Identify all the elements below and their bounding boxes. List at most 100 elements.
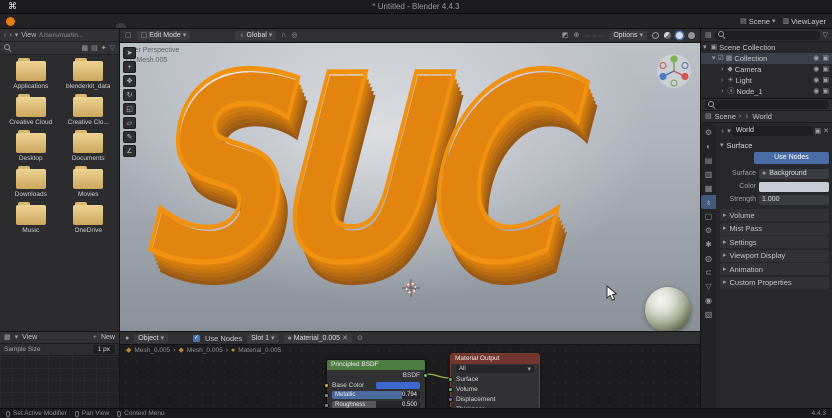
- unlink-icon[interactable]: ✕: [823, 128, 829, 135]
- base-color-socket[interactable]: [324, 382, 329, 388]
- view-menu[interactable]: View: [22, 334, 37, 341]
- node-title[interactable]: Material Output: [451, 354, 539, 364]
- eye-icon[interactable]: ◉: [813, 77, 819, 84]
- workspace-tab[interactable]: [61, 23, 71, 28]
- tab-modifiers[interactable]: ⚙: [701, 223, 716, 237]
- scene-selector[interactable]: ▤ Scene ▾: [740, 17, 775, 26]
- workspace-tab[interactable]: [116, 23, 126, 28]
- use-nodes-button[interactable]: Use Nodes: [754, 152, 829, 164]
- target-selector[interactable]: All ▾: [456, 365, 534, 373]
- orientation-selector[interactable]: ♁ Global ▾: [235, 31, 277, 40]
- value-slider[interactable]: Metallic 0.794: [332, 391, 420, 399]
- fake-user-icon[interactable]: ▣: [815, 128, 822, 135]
- world-name-field[interactable]: World: [732, 126, 813, 136]
- folder-item[interactable]: Documents: [60, 130, 118, 162]
- workspace-tab[interactable]: [72, 23, 82, 28]
- xray-icon[interactable]: ⊕: [573, 32, 579, 39]
- eye-icon[interactable]: ◉: [813, 55, 819, 62]
- workspace-tab[interactable]: [160, 23, 170, 28]
- tab-scene[interactable]: ▦: [701, 181, 716, 195]
- properties-search-input[interactable]: [705, 100, 829, 109]
- workspace-tab[interactable]: [149, 23, 159, 28]
- base-color-swatch[interactable]: [376, 381, 420, 389]
- new-image-icon[interactable]: +: [93, 334, 97, 341]
- tool-cursor-icon[interactable]: +: [123, 61, 136, 73]
- outliner-row[interactable]: ▾ ▣ Scene Collection: [701, 42, 832, 53]
- eye-icon[interactable]: ◉: [813, 88, 819, 95]
- use-nodes-checkbox[interactable]: ✓: [192, 334, 200, 342]
- panel-header[interactable]: ▸ Settings: [720, 236, 829, 248]
- panel-header[interactable]: ▸ Mist Pass: [720, 222, 829, 235]
- workspace-tab[interactable]: [171, 23, 181, 28]
- back-icon[interactable]: ‹: [4, 32, 6, 39]
- workspace-tab[interactable]: [94, 23, 104, 28]
- value-slider[interactable]: Roughness 0.500: [332, 401, 420, 408]
- axis-button[interactable]: [591, 34, 598, 37]
- shading-solid-icon[interactable]: [664, 32, 671, 39]
- sample-size-field[interactable]: 1 px: [92, 345, 115, 354]
- tab-render[interactable]: ◐: [701, 139, 716, 153]
- input-socket[interactable]: [448, 396, 453, 402]
- chevron-down-icon[interactable]: ▾: [15, 32, 19, 39]
- bsdf-output-socket[interactable]: [423, 372, 428, 378]
- tab-world[interactable]: ♁: [701, 195, 716, 209]
- image-editor-canvas[interactable]: [0, 356, 119, 408]
- tool-scale-icon[interactable]: ◱: [123, 103, 136, 115]
- shader-type-selector[interactable]: Object ▾: [134, 333, 168, 343]
- folder-item[interactable]: Desktop: [2, 130, 60, 162]
- axis-button[interactable]: [598, 34, 605, 37]
- expander-icon[interactable]: ▾: [712, 55, 716, 62]
- folder-item[interactable]: blenderkit_data: [60, 58, 118, 90]
- panel-header[interactable]: ▸ Viewport Display: [720, 249, 829, 262]
- editor-type-icon[interactable]: ▤: [705, 32, 712, 39]
- panel-header[interactable]: ▸ Custom Properties: [720, 276, 829, 289]
- tab-texture[interactable]: ▧: [701, 307, 716, 321]
- shading-wireframe-icon[interactable]: [652, 32, 659, 39]
- blender-logo-icon[interactable]: [6, 16, 15, 26]
- tab-particles[interactable]: ✱: [701, 237, 716, 251]
- input-socket[interactable]: [448, 376, 453, 382]
- forward-icon[interactable]: ›: [9, 32, 11, 39]
- tool-annotate-icon[interactable]: ✎: [123, 131, 136, 143]
- list-view-icon[interactable]: ▤: [91, 45, 98, 52]
- proportional-edit-icon[interactable]: ◎: [291, 32, 297, 39]
- pin-icon[interactable]: ⊙: [357, 335, 363, 342]
- shading-rendered-icon[interactable]: [688, 32, 695, 39]
- editor-type-icon[interactable]: ▢: [125, 32, 132, 39]
- surface-value-button[interactable]: ● Background: [759, 168, 829, 179]
- tool-rotate-icon[interactable]: ↻: [123, 89, 136, 101]
- principled-bsdf-node[interactable]: Principled BSDF BSDF Base Color Metallic…: [324, 359, 428, 408]
- eye-icon[interactable]: ◉: [813, 66, 819, 73]
- close-icon[interactable]: ✕: [342, 335, 348, 342]
- folder-item[interactable]: Creative Cloud: [2, 94, 60, 126]
- input-socket[interactable]: [324, 392, 329, 398]
- breadcrumb-world[interactable]: World: [753, 112, 772, 121]
- grid-view-icon[interactable]: ▦: [81, 45, 88, 52]
- folder-item[interactable]: Creative Clo...: [60, 94, 118, 126]
- tab-data[interactable]: ▽: [701, 279, 716, 293]
- breadcrumb-scene[interactable]: Scene: [715, 112, 736, 121]
- viewport-canvas[interactable]: SUC User Perspective (1) Mesh.005 ➤ + ✥ ↻ ◱ ▱…: [120, 43, 700, 331]
- material-output-node[interactable]: Material Output All ▾ Surface Volume Dis…: [448, 353, 540, 408]
- favorite-icon[interactable]: ✦: [101, 45, 107, 52]
- tab-output[interactable]: ▤: [701, 153, 716, 167]
- editor-type-icon[interactable]: ●: [125, 335, 129, 342]
- outliner-row[interactable]: ▾ ☑ ▦ Collection ◉ ▣: [701, 53, 832, 64]
- folder-item[interactable]: Downloads: [2, 166, 60, 198]
- world-icon[interactable]: ♁: [720, 128, 725, 135]
- material-datablock[interactable]: ● Material_0.005 ✕: [283, 333, 352, 343]
- tool-transform-icon[interactable]: ▱: [123, 117, 136, 129]
- tool-move-icon[interactable]: ✥: [123, 75, 136, 87]
- folder-item[interactable]: Movies: [60, 166, 118, 198]
- outliner-search-input[interactable]: [714, 30, 820, 40]
- tool-select-icon[interactable]: ➤: [123, 47, 136, 59]
- shader-node-canvas[interactable]: ◆ Mesh_0.005 › ◆ Mesh_0.005 › ● Material…: [120, 345, 700, 408]
- render-visibility-icon[interactable]: ▣: [822, 77, 829, 84]
- overlays-icon[interactable]: ◩: [562, 32, 569, 39]
- path-field[interactable]: /Users/martin...: [39, 32, 83, 39]
- surface-panel-header[interactable]: ▾ Surface: [720, 139, 829, 151]
- view-menu[interactable]: View: [21, 32, 36, 39]
- tab-material[interactable]: ◉: [701, 293, 716, 307]
- folder-item[interactable]: Applications: [2, 58, 60, 90]
- outliner-row[interactable]: › ☀ Light ◉ ▣: [701, 75, 832, 86]
